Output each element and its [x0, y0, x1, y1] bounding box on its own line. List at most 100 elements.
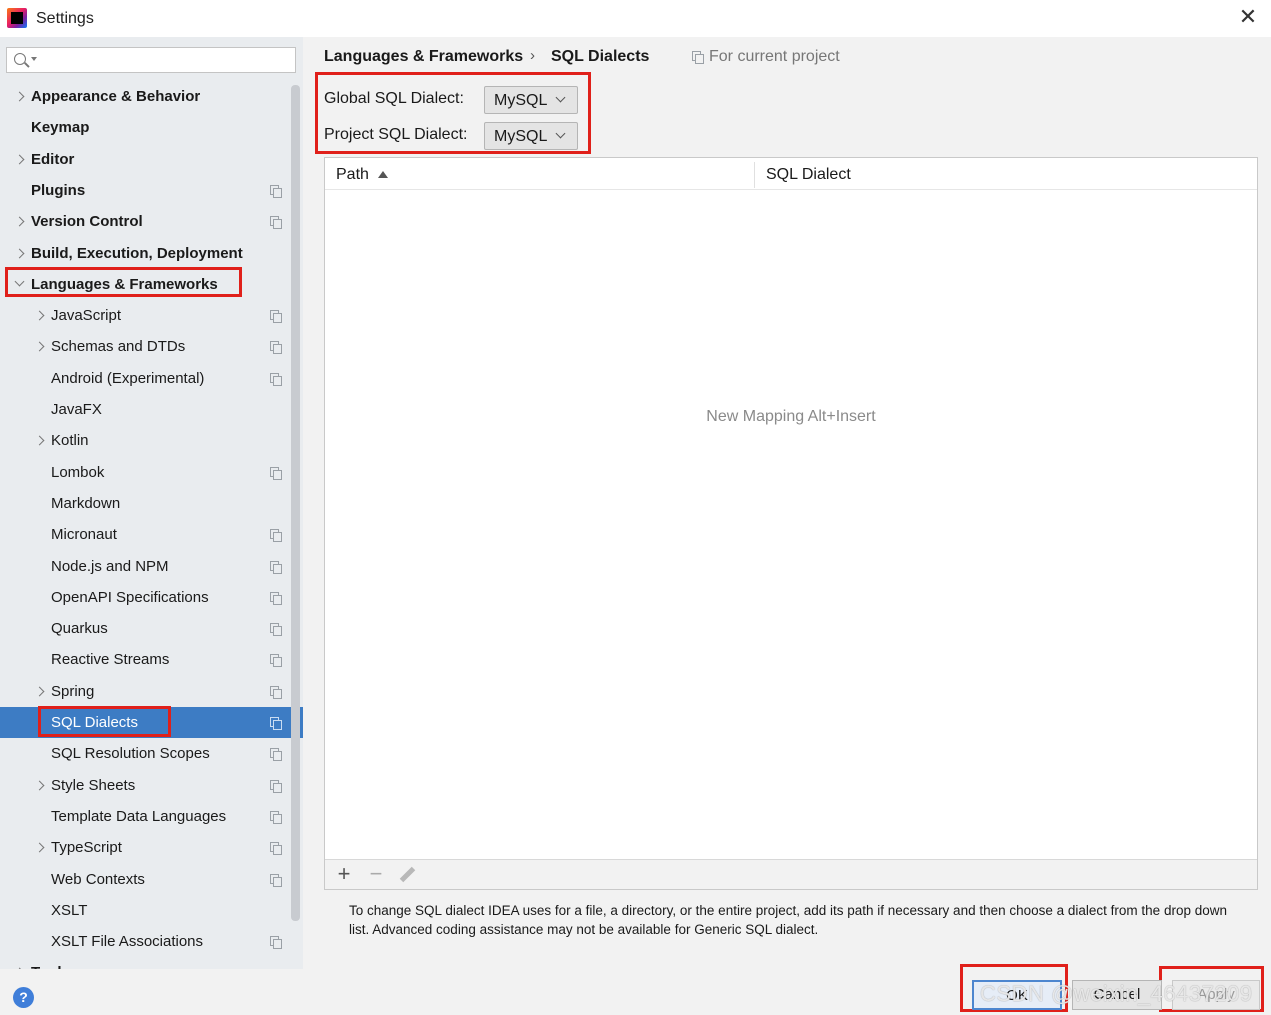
sidebar-item-label: Version Control: [31, 213, 143, 230]
chevron-right-icon[interactable]: [33, 832, 47, 863]
sidebar-item-lombok[interactable]: Lombok: [0, 457, 303, 488]
ok-button[interactable]: OK: [972, 980, 1062, 1010]
project-scope-icon: [270, 748, 282, 761]
sidebar-item-label: Tools: [31, 957, 70, 969]
sidebar-item-markdown[interactable]: Markdown: [0, 488, 303, 519]
sidebar-item-label: JavaFX: [51, 401, 102, 418]
cancel-button[interactable]: Cancel: [1072, 980, 1162, 1010]
chevron-right-icon[interactable]: [33, 676, 47, 707]
chevron-right-icon[interactable]: [33, 300, 47, 331]
help-icon[interactable]: ?: [13, 987, 34, 1008]
sidebar-item-label: JavaScript: [51, 307, 122, 324]
sidebar-item-version-control[interactable]: Version Control: [0, 206, 303, 237]
sidebar-item-label: Spring: [51, 683, 95, 700]
chevron-right-icon[interactable]: [33, 770, 47, 801]
chevron-right-icon[interactable]: [13, 206, 27, 237]
column-header-path[interactable]: Path: [336, 166, 369, 184]
project-scope-icon: [270, 936, 282, 949]
project-scope-icon: [270, 467, 282, 480]
project-scope-icon: [270, 686, 282, 699]
sidebar-item-typescript[interactable]: TypeScript: [0, 832, 303, 863]
project-scope-icon: [692, 51, 704, 64]
dialect-mapping-table[interactable]: Path SQL Dialect New Mapping Alt+Insert …: [324, 157, 1258, 890]
close-icon[interactable]: ✕: [1236, 6, 1260, 30]
project-dialect-select[interactable]: MySQL: [484, 122, 578, 150]
column-divider[interactable]: [754, 162, 755, 188]
sidebar-item-label: XSLT: [51, 902, 88, 919]
table-header: Path SQL Dialect: [325, 158, 1257, 190]
project-scope-icon: [270, 529, 282, 542]
edit-icon[interactable]: [398, 865, 418, 885]
sidebar-item-javafx[interactable]: JavaFX: [0, 394, 303, 425]
sidebar-item-label: XSLT File Associations: [51, 933, 204, 950]
sidebar-item-label: Reactive Streams: [51, 651, 170, 668]
global-dialect-select[interactable]: MySQL: [484, 86, 578, 114]
project-scope-icon: [270, 780, 282, 793]
sidebar-item-schemas-and-dtds[interactable]: Schemas and DTDs: [0, 331, 303, 362]
empty-table-hint[interactable]: New Mapping Alt+Insert: [325, 408, 1257, 426]
table-toolbar: + −: [325, 859, 1257, 889]
chevron-right-icon[interactable]: [13, 81, 27, 112]
project-dialect-value: MySQL: [494, 128, 548, 145]
project-scope-icon: [270, 373, 282, 386]
sidebar-item-javascript[interactable]: JavaScript: [0, 300, 303, 331]
scope-label: For current project: [709, 48, 840, 65]
chevron-right-icon[interactable]: [13, 957, 27, 969]
annotation-box: [38, 706, 171, 737]
sidebar-item-label: Build, Execution, Deployment: [31, 245, 243, 262]
global-dialect-value: MySQL: [494, 92, 548, 109]
sidebar-item-label: Android (Experimental): [51, 370, 205, 387]
sidebar-item-editor[interactable]: Editor: [0, 144, 303, 175]
sidebar-item-template-data-languages[interactable]: Template Data Languages: [0, 801, 303, 832]
search-input[interactable]: [6, 47, 296, 73]
breadcrumb-parent[interactable]: Languages & Frameworks: [324, 48, 523, 66]
sidebar-item-spring[interactable]: Spring: [0, 676, 303, 707]
sidebar-item-reactive-streams[interactable]: Reactive Streams: [0, 644, 303, 675]
sidebar-item-build-execution-deployment[interactable]: Build, Execution, Deployment: [0, 238, 303, 269]
sidebar-item-node-js-and-npm[interactable]: Node.js and NPM: [0, 551, 303, 582]
apply-button[interactable]: Apply: [1172, 980, 1260, 1010]
sidebar-item-xslt[interactable]: XSLT: [0, 895, 303, 926]
sidebar-item-web-contexts[interactable]: Web Contexts: [0, 864, 303, 895]
sidebar-item-label: Micronaut: [51, 526, 117, 543]
chevron-down-icon: [555, 128, 566, 139]
sidebar-item-plugins[interactable]: Plugins: [0, 175, 303, 206]
chevron-right-icon[interactable]: [13, 144, 27, 175]
sidebar-item-appearance-behavior[interactable]: Appearance & Behavior: [0, 81, 303, 112]
project-scope-icon: [270, 842, 282, 855]
project-scope-icon: [270, 717, 282, 730]
chevron-down-icon: [555, 92, 566, 103]
sidebar-item-tools[interactable]: Tools: [0, 957, 303, 969]
search-options-icon[interactable]: [31, 57, 37, 61]
title-bar: Settings ✕: [0, 0, 1271, 37]
sidebar-item-micronaut[interactable]: Micronaut: [0, 519, 303, 550]
column-header-sql-dialect[interactable]: SQL Dialect: [766, 166, 851, 184]
sidebar-item-label: Plugins: [31, 182, 86, 199]
sidebar-item-android-experimental[interactable]: Android (Experimental): [0, 363, 303, 394]
sidebar-item-style-sheets[interactable]: Style Sheets: [0, 770, 303, 801]
project-scope-icon: [270, 310, 282, 323]
sidebar-item-label: Kotlin: [51, 432, 89, 449]
help-description: To change SQL dialect IDEA uses for a fi…: [349, 903, 1227, 937]
chevron-right-icon[interactable]: [33, 331, 47, 362]
sidebar-scrollbar[interactable]: [291, 85, 300, 921]
chevron-right-icon[interactable]: [33, 425, 47, 456]
sidebar-item-label: Template Data Languages: [51, 808, 227, 825]
sidebar-item-label: Schemas and DTDs: [51, 338, 186, 355]
sidebar-item-xslt-file-associations[interactable]: XSLT File Associations: [0, 926, 303, 957]
sidebar-item-kotlin[interactable]: Kotlin: [0, 425, 303, 456]
sidebar-item-sql-resolution-scopes[interactable]: SQL Resolution Scopes: [0, 738, 303, 769]
sidebar-item-label: Node.js and NPM: [51, 558, 169, 575]
sidebar-item-label: Style Sheets: [51, 777, 136, 794]
settings-sidebar: Appearance & Behavior Keymap Editor Plugins…: [0, 37, 303, 969]
remove-icon[interactable]: −: [366, 863, 386, 885]
sidebar-item-keymap[interactable]: Keymap: [0, 112, 303, 143]
sidebar-item-quarkus[interactable]: Quarkus: [0, 613, 303, 644]
add-icon[interactable]: +: [334, 863, 354, 885]
chevron-right-icon[interactable]: [13, 238, 27, 269]
sidebar-item-label: Web Contexts: [51, 871, 145, 888]
sidebar-item-label: Markdown: [51, 495, 121, 512]
breadcrumb-current: SQL Dialects: [551, 48, 650, 65]
project-scope-icon: [270, 341, 282, 354]
sidebar-item-openapi-specifications[interactable]: OpenAPI Specifications: [0, 582, 303, 613]
